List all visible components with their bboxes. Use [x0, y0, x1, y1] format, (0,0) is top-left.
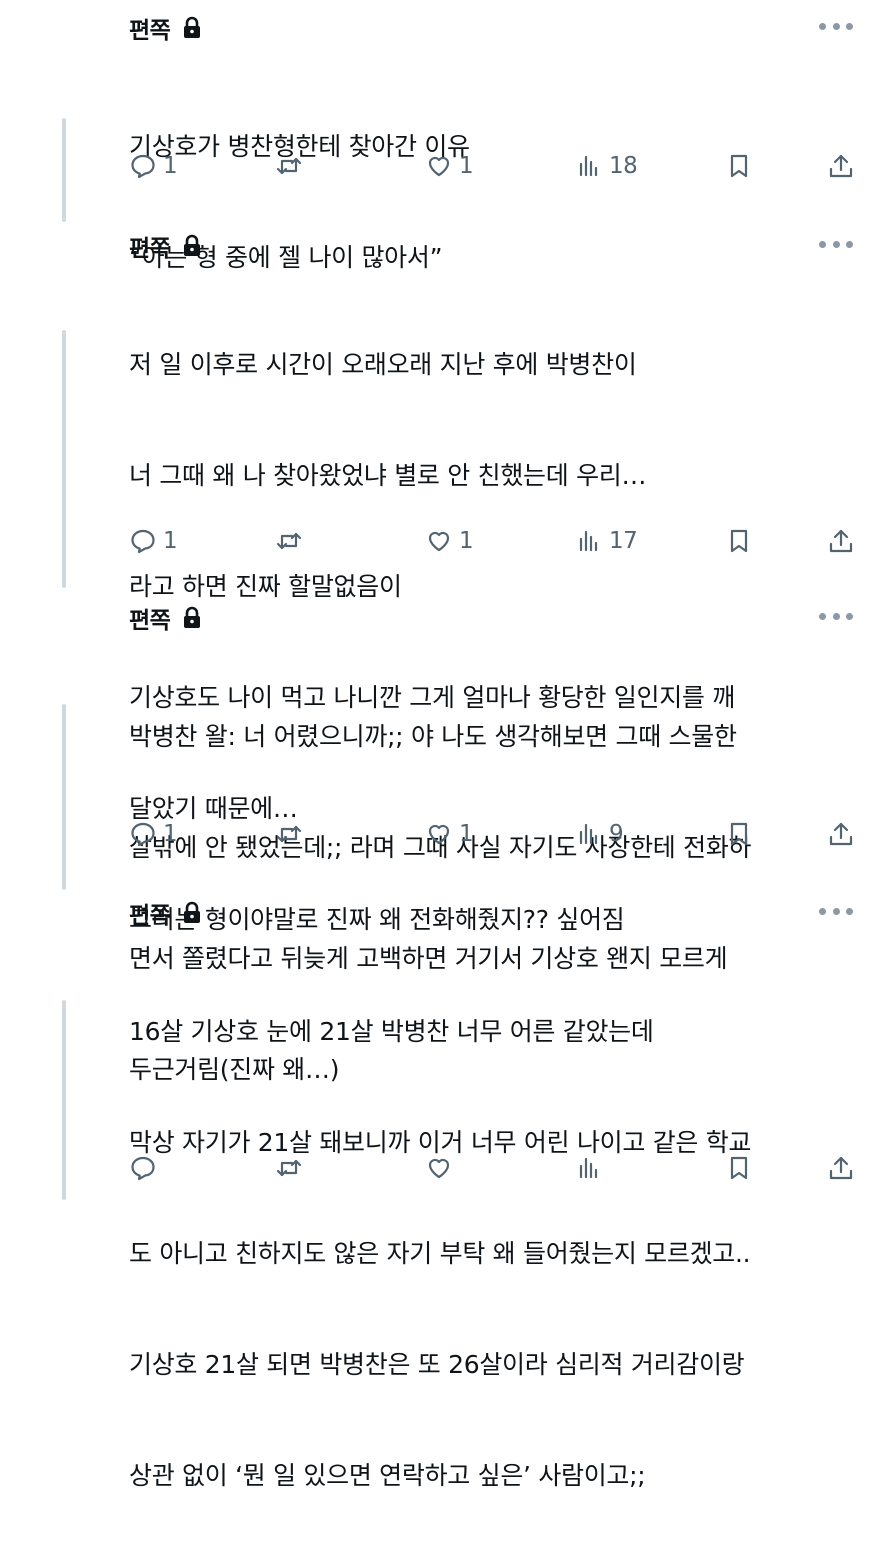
reply-count: 1 [163, 821, 178, 847]
bookmark-button[interactable] [725, 816, 753, 852]
retweet-icon [276, 157, 302, 175]
tweet-line: “아는 형 중에 젤 나이 많아서” [129, 243, 443, 272]
share-button[interactable] [827, 523, 855, 559]
like-count: 1 [459, 153, 474, 179]
action-bar [129, 1150, 859, 1186]
retweet-button[interactable] [275, 523, 309, 559]
lock-icon [184, 901, 201, 923]
reply-icon [131, 822, 155, 847]
tweet-line: 16살 기상호 눈에 21살 박병찬 너무 어른 같았는데 [129, 1017, 654, 1046]
like-count: 1 [459, 821, 474, 847]
reply-icon [131, 1156, 155, 1181]
heart-icon [428, 531, 450, 552]
retweet-button[interactable] [275, 148, 309, 184]
author-row: 편쪽 [129, 8, 202, 48]
bookmark-icon [730, 822, 748, 846]
thread-line [62, 1000, 66, 1200]
heart-icon [428, 824, 450, 845]
retweet-button[interactable] [275, 816, 309, 852]
more-icon[interactable] [819, 899, 853, 923]
bookmark-button[interactable] [725, 523, 753, 559]
lock-icon [184, 16, 201, 38]
retweet-icon [276, 532, 302, 550]
views-icon [579, 155, 598, 177]
share-button[interactable] [827, 1150, 855, 1186]
views-button[interactable]: 18 [575, 148, 638, 184]
share-icon [829, 529, 853, 553]
author-name[interactable]: 편쪽 [129, 229, 171, 263]
share-button[interactable] [827, 816, 855, 852]
lock-icon [184, 234, 201, 256]
share-icon [829, 822, 853, 846]
author-row: 편쪽 [129, 893, 202, 933]
bookmark-icon [730, 529, 748, 553]
thread-line [62, 330, 66, 588]
bookmark-icon [730, 1156, 748, 1180]
views-button[interactable] [575, 1150, 609, 1186]
thread-line [62, 704, 66, 890]
action-bar: 1 1 9 [129, 816, 859, 852]
share-icon [829, 1156, 853, 1180]
bookmark-button[interactable] [725, 1150, 753, 1186]
author-name[interactable]: 편쪽 [129, 896, 171, 930]
bookmark-icon [730, 154, 748, 178]
heart-icon [428, 156, 450, 177]
reply-button[interactable]: 1 [129, 523, 178, 559]
reply-count: 1 [163, 153, 178, 179]
author-row: 편쪽 [129, 226, 202, 266]
reply-button[interactable]: 1 [129, 148, 178, 184]
tweet-line: 박병찬 왈: 너 어렸으니까;; 야 나도 생각해보면 그때 스물한 [129, 722, 737, 751]
retweet-icon [276, 1159, 302, 1177]
views-count: 18 [609, 153, 638, 179]
more-icon[interactable] [819, 604, 853, 628]
heart-icon [428, 1158, 450, 1179]
action-bar: 1 1 17 [129, 523, 859, 559]
share-button[interactable] [827, 148, 855, 184]
views-icon [579, 1157, 598, 1179]
tweet-line: 도 아니고 친하지도 않은 자기 부탁 왜 들어줬는지 모르겠고.. [129, 1239, 751, 1268]
tweet-line: 너 그때 왜 나 찾아왔었냐 별로 안 친했는데 우리… [129, 461, 647, 490]
action-bar: 1 1 18 [129, 148, 859, 184]
views-icon [579, 530, 598, 552]
reply-button[interactable] [129, 1150, 163, 1186]
reply-count: 1 [163, 528, 178, 554]
retweet-icon [276, 825, 302, 843]
views-count: 17 [609, 528, 638, 554]
author-row: 편쪽 [129, 598, 202, 638]
like-button[interactable]: 1 [425, 523, 474, 559]
lock-icon [184, 606, 201, 628]
tweet-line: 저 일 이후로 시간이 오래오래 지난 후에 박병찬이 [129, 350, 637, 379]
views-icon [579, 823, 598, 845]
like-button[interactable]: 1 [425, 816, 474, 852]
bookmark-button[interactable] [725, 148, 753, 184]
views-count: 9 [609, 821, 624, 847]
share-icon [829, 154, 853, 178]
like-button[interactable] [425, 1150, 459, 1186]
thread-line [62, 118, 66, 222]
tweet-line: 상관 없이 ‘뭔 일 있으면 연락하고 싶은’ 사람이고;; [129, 1461, 646, 1490]
author-name[interactable]: 편쪽 [129, 601, 171, 635]
reply-button[interactable]: 1 [129, 816, 178, 852]
tweet-line: 라고 하면 진짜 할말없음이 [129, 572, 402, 601]
reply-icon [131, 529, 155, 554]
reply-icon [131, 154, 155, 179]
retweet-button[interactable] [275, 1150, 309, 1186]
views-button[interactable]: 17 [575, 523, 638, 559]
more-icon[interactable] [819, 14, 853, 38]
tweet-text: 16살 기상호 눈에 21살 박병찬 너무 어른 같았는데 막상 자기가 21살… [129, 939, 849, 1568]
views-button[interactable]: 9 [575, 816, 624, 852]
tweet-line: 기상호 21살 되면 박병찬은 또 26살이라 심리적 거리감이랑 [129, 1350, 745, 1379]
like-button[interactable]: 1 [425, 148, 474, 184]
author-name[interactable]: 편쪽 [129, 11, 171, 45]
more-icon[interactable] [819, 232, 853, 256]
like-count: 1 [459, 528, 474, 554]
